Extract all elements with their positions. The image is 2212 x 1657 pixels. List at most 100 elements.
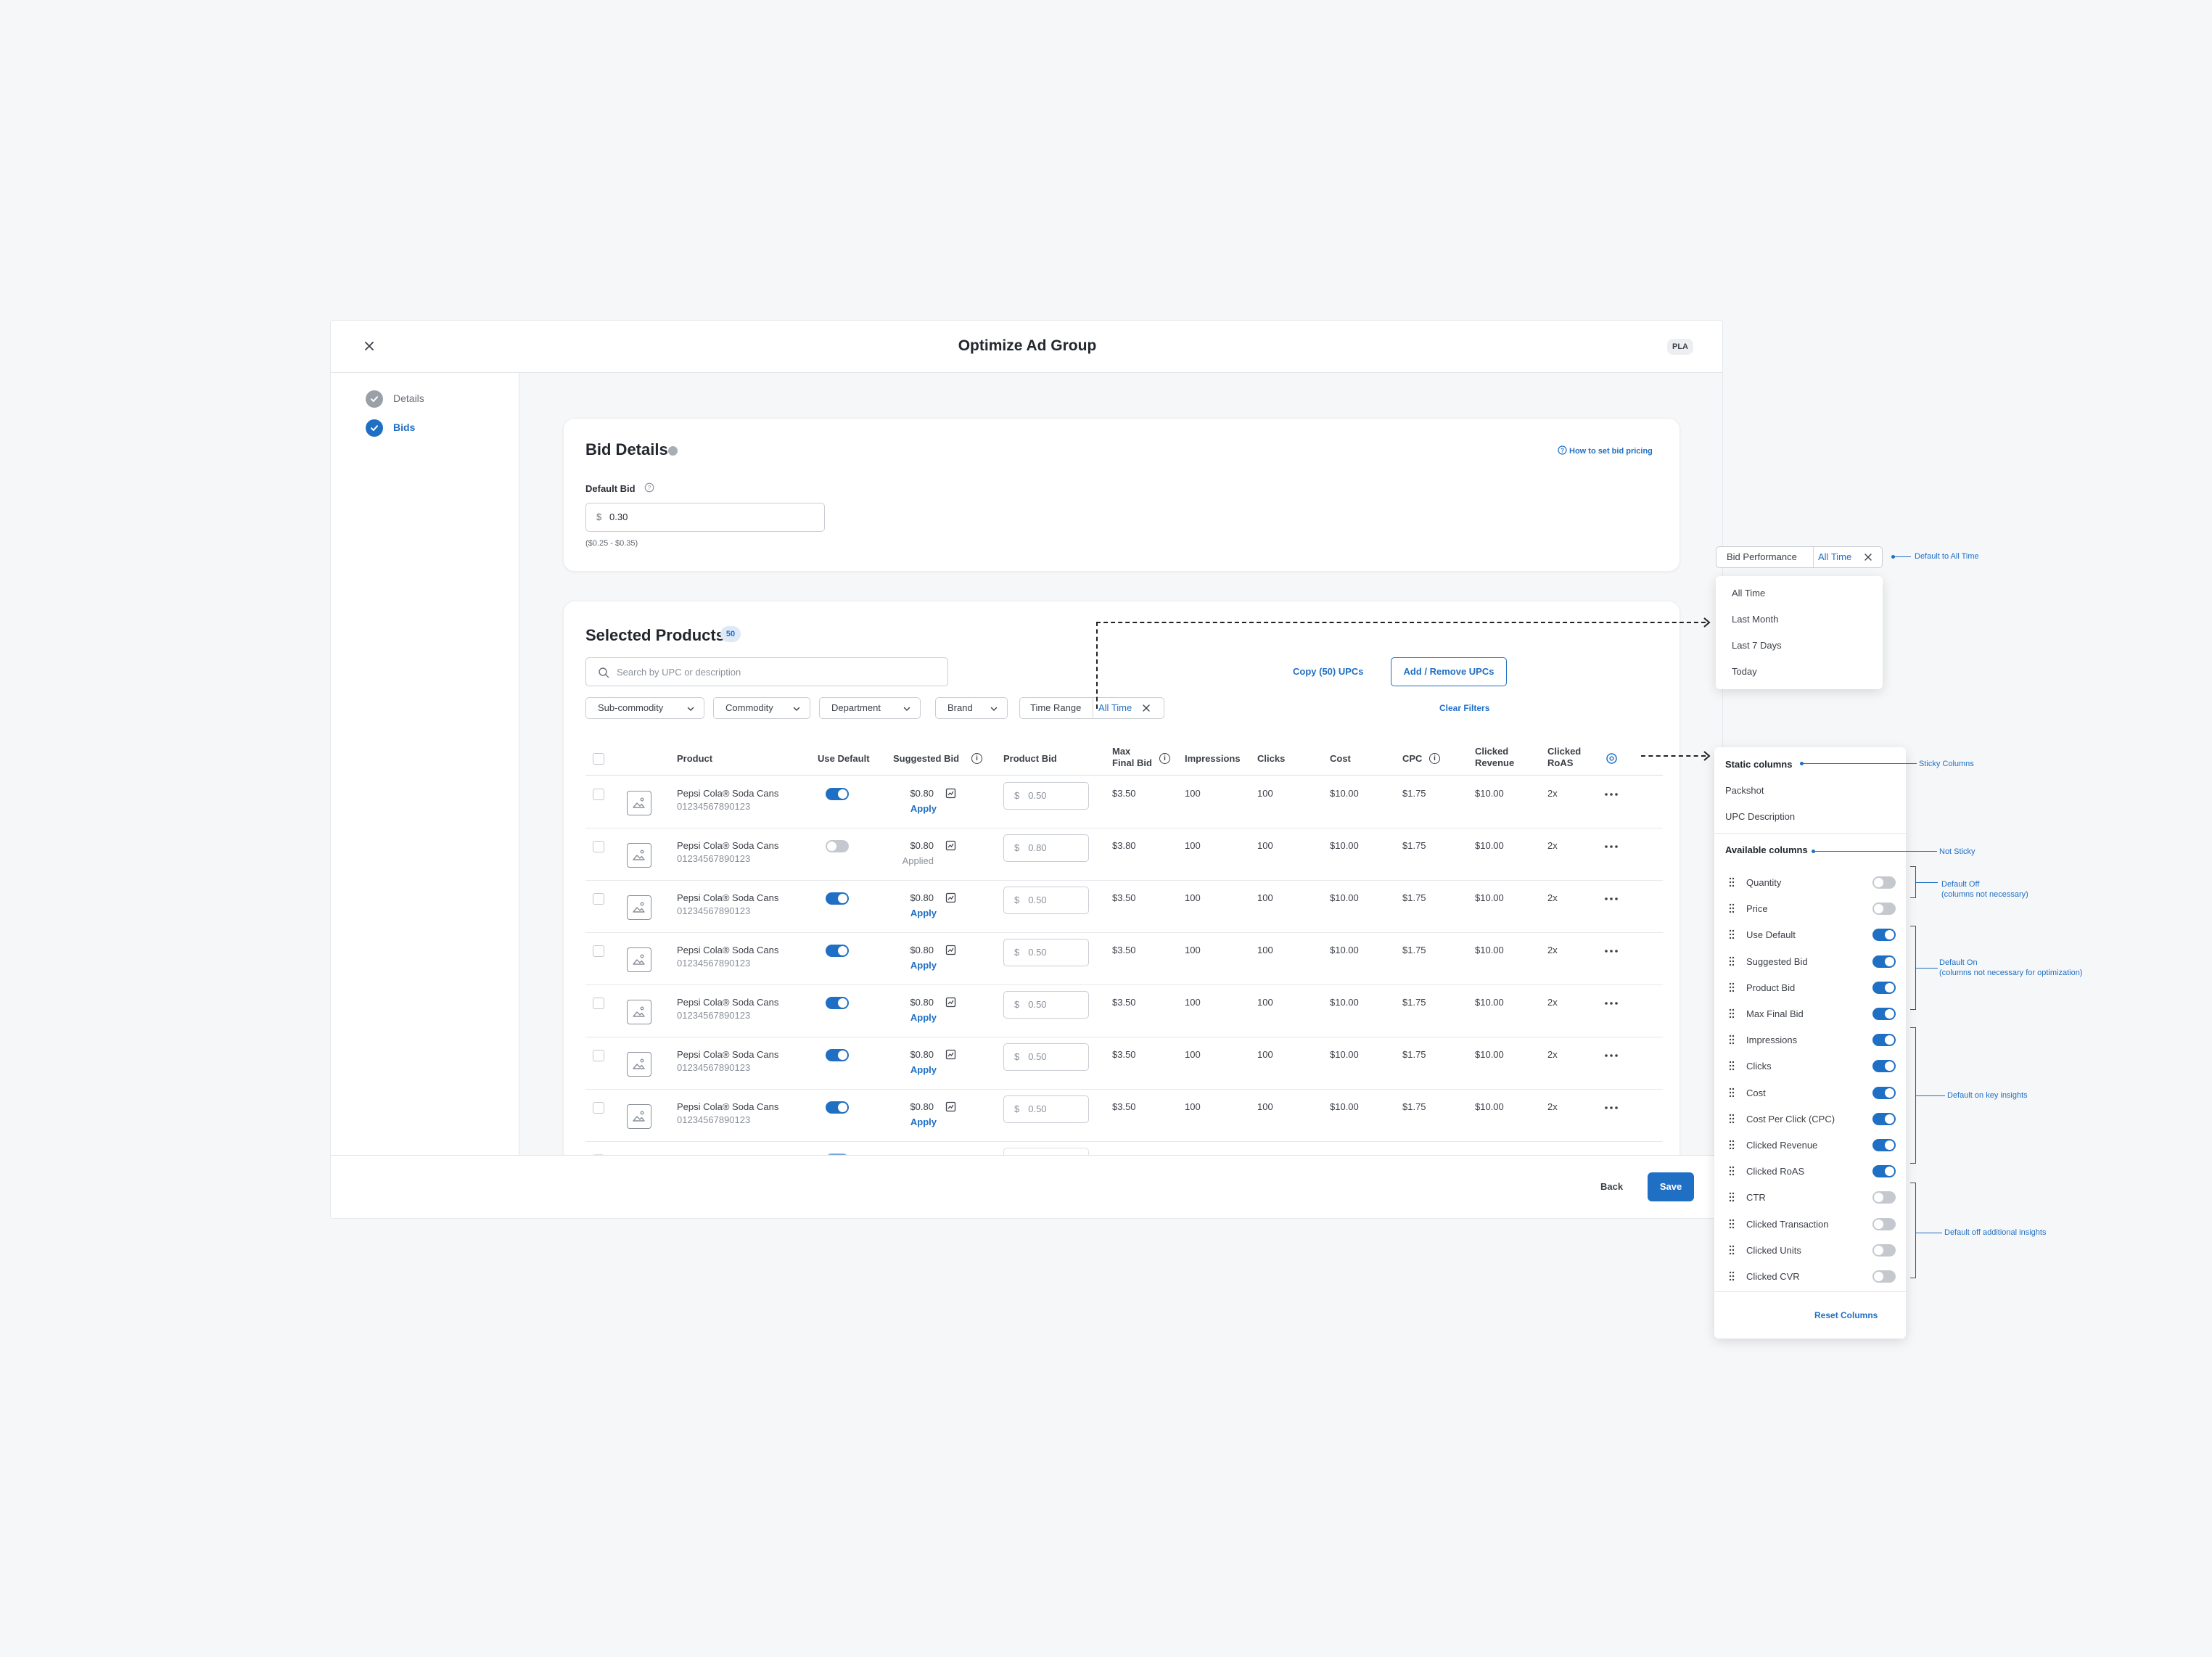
column-visibility-toggle[interactable] xyxy=(1872,902,1896,915)
filter-department[interactable]: Department xyxy=(819,697,921,719)
filter-brand[interactable]: Brand xyxy=(935,697,1008,719)
drag-handle-icon[interactable] xyxy=(1729,1245,1735,1255)
close-icon[interactable] xyxy=(1142,704,1151,712)
apply-suggested-bid-link[interactable]: Apply xyxy=(893,1064,937,1075)
drag-handle-icon[interactable] xyxy=(1729,1114,1735,1124)
more-options-icon[interactable] xyxy=(1604,1106,1619,1110)
more-options-icon[interactable] xyxy=(1604,844,1619,849)
drag-handle-icon[interactable] xyxy=(1729,1061,1735,1071)
chart-icon[interactable] xyxy=(945,945,956,955)
reset-columns-button[interactable]: Reset Columns xyxy=(1814,1310,1878,1320)
column-visibility-toggle[interactable] xyxy=(1872,1113,1896,1125)
use-default-toggle[interactable] xyxy=(826,892,849,905)
drag-handle-icon[interactable] xyxy=(1729,877,1735,887)
row-checkbox[interactable] xyxy=(593,789,604,800)
product-bid-input[interactable]: $0.50 xyxy=(1003,939,1089,966)
apply-suggested-bid-link[interactable]: Apply xyxy=(893,803,937,814)
menu-item-last-7-days[interactable]: Last 7 Days xyxy=(1732,640,1782,651)
chart-icon[interactable] xyxy=(945,788,956,799)
chart-icon[interactable] xyxy=(945,892,956,903)
column-visibility-toggle[interactable] xyxy=(1872,1244,1896,1257)
drag-handle-icon[interactable] xyxy=(1729,982,1735,992)
drag-handle-icon[interactable] xyxy=(1729,1035,1735,1045)
default-bid-input[interactable]: $ 0.30 xyxy=(585,503,825,532)
how-to-set-bid-link[interactable]: ? How to set bid pricing xyxy=(1558,445,1653,456)
menu-item-all-time[interactable]: All Time xyxy=(1732,588,1765,599)
more-options-icon[interactable] xyxy=(1604,792,1619,797)
drag-handle-icon[interactable] xyxy=(1729,1219,1735,1229)
chart-icon[interactable] xyxy=(945,997,956,1008)
menu-item-last-month[interactable]: Last Month xyxy=(1732,614,1778,625)
row-checkbox[interactable] xyxy=(593,1050,604,1061)
select-all-checkbox[interactable] xyxy=(593,753,604,765)
info-icon[interactable] xyxy=(668,446,678,456)
chart-icon[interactable] xyxy=(945,1101,956,1112)
filter-commodity[interactable]: Commodity xyxy=(713,697,810,719)
close-icon[interactable] xyxy=(1864,553,1872,562)
row-checkbox[interactable] xyxy=(593,1102,604,1114)
more-options-icon[interactable] xyxy=(1604,1053,1619,1058)
product-bid-input[interactable]: $0.50 xyxy=(1003,782,1089,810)
product-bid-input[interactable]: $0.50 xyxy=(1003,887,1089,914)
back-button[interactable]: Back xyxy=(1600,1181,1623,1192)
apply-suggested-bid-link[interactable]: Apply xyxy=(893,1012,937,1023)
search-input[interactable]: Search by UPC or description xyxy=(585,657,948,686)
bid-performance-chip[interactable]: Bid Performance All Time xyxy=(1716,546,1883,568)
column-visibility-toggle[interactable] xyxy=(1872,955,1896,968)
column-visibility-toggle[interactable] xyxy=(1872,1034,1896,1046)
use-default-toggle[interactable] xyxy=(826,840,849,852)
drag-handle-icon[interactable] xyxy=(1729,929,1735,939)
column-visibility-toggle[interactable] xyxy=(1872,1008,1896,1020)
drag-handle-icon[interactable] xyxy=(1729,1271,1735,1281)
step-details[interactable]: Details xyxy=(366,389,511,408)
clear-filters-link[interactable]: Clear Filters xyxy=(1439,703,1489,713)
more-options-icon[interactable] xyxy=(1604,1001,1619,1006)
save-button[interactable]: Save xyxy=(1648,1172,1694,1201)
step-bids[interactable]: Bids xyxy=(366,418,511,437)
more-options-icon[interactable] xyxy=(1604,897,1619,901)
drag-handle-icon[interactable] xyxy=(1729,1087,1735,1098)
copy-upcs-button[interactable]: Copy (50) UPCs xyxy=(1293,666,1364,677)
drag-handle-icon[interactable] xyxy=(1729,1192,1735,1202)
use-default-toggle[interactable] xyxy=(826,997,849,1009)
menu-item-today[interactable]: Today xyxy=(1732,666,1757,677)
apply-suggested-bid-link[interactable]: Apply xyxy=(893,1117,937,1127)
info-icon[interactable]: i xyxy=(1159,753,1170,764)
column-visibility-toggle[interactable] xyxy=(1872,1270,1896,1283)
column-visibility-toggle[interactable] xyxy=(1872,1139,1896,1151)
apply-suggested-bid-link[interactable]: Apply xyxy=(893,960,937,971)
use-default-toggle[interactable] xyxy=(826,1049,849,1061)
use-default-toggle[interactable] xyxy=(826,945,849,957)
column-visibility-toggle[interactable] xyxy=(1872,982,1896,994)
row-checkbox[interactable] xyxy=(593,893,604,905)
column-visibility-toggle[interactable] xyxy=(1872,1165,1896,1177)
row-checkbox[interactable] xyxy=(593,998,604,1009)
use-default-toggle[interactable] xyxy=(826,788,849,800)
column-visibility-toggle[interactable] xyxy=(1872,1060,1896,1072)
row-checkbox[interactable] xyxy=(593,945,604,957)
product-bid-input[interactable]: $0.50 xyxy=(1003,1043,1089,1071)
more-options-icon[interactable] xyxy=(1604,949,1619,953)
info-icon[interactable]: i xyxy=(971,753,982,764)
column-visibility-toggle[interactable] xyxy=(1872,1191,1896,1204)
use-default-toggle[interactable] xyxy=(826,1101,849,1114)
column-visibility-toggle[interactable] xyxy=(1872,876,1896,889)
chart-icon[interactable] xyxy=(945,1049,956,1060)
drag-handle-icon[interactable] xyxy=(1729,1166,1735,1176)
product-bid-input[interactable]: $0.50 xyxy=(1003,1095,1089,1123)
drag-handle-icon[interactable] xyxy=(1729,1008,1735,1019)
time-range-chip[interactable]: Time Range All Time xyxy=(1019,697,1164,719)
add-remove-upcs-button[interactable]: Add / Remove UPCs xyxy=(1391,657,1507,686)
product-bid-input[interactable]: $0.80 xyxy=(1003,834,1089,862)
drag-handle-icon[interactable] xyxy=(1729,1140,1735,1150)
row-checkbox[interactable] xyxy=(593,841,604,852)
help-icon[interactable]: ? xyxy=(644,482,654,496)
column-visibility-toggle[interactable] xyxy=(1872,929,1896,941)
column-visibility-toggle[interactable] xyxy=(1872,1087,1896,1099)
info-icon[interactable]: i xyxy=(1429,753,1440,764)
product-bid-input[interactable]: $0.50 xyxy=(1003,991,1089,1019)
drag-handle-icon[interactable] xyxy=(1729,903,1735,913)
filter-sub-commodity[interactable]: Sub-commodity xyxy=(585,697,704,719)
apply-suggested-bid-link[interactable]: Apply xyxy=(893,908,937,918)
column-visibility-toggle[interactable] xyxy=(1872,1218,1896,1230)
